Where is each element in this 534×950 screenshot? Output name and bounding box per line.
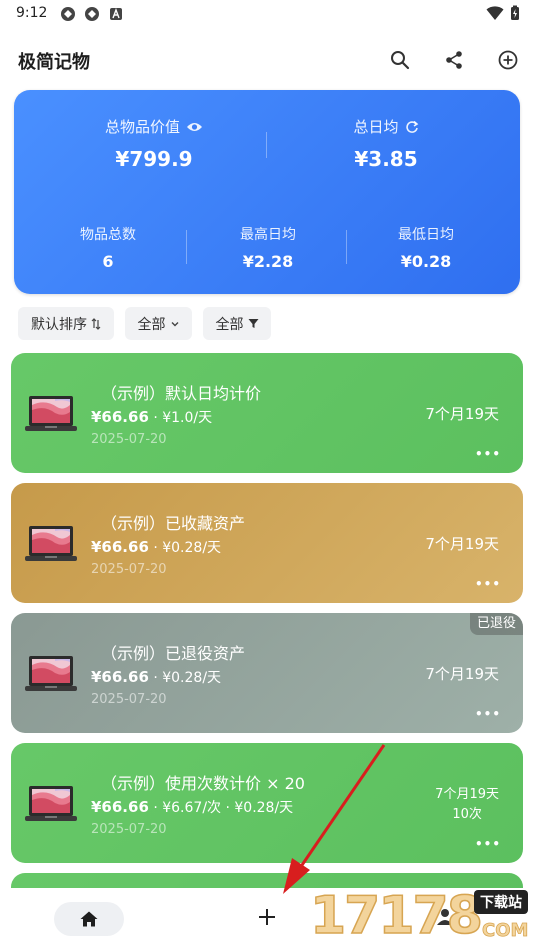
laptop-icon — [25, 395, 77, 433]
item-duration: 7个月19天 — [425, 535, 499, 553]
total-value-block: 总物品价值 ¥799.9 — [54, 116, 254, 171]
item-card[interactable]: （示例）使用次数计价 × 20 ¥66.66 · ¥6.67/次 · ¥0.28… — [11, 743, 523, 863]
count-block: 物品总数 6 — [34, 224, 182, 271]
laptop-icon — [25, 525, 77, 563]
divider — [186, 230, 187, 264]
item-rate: · ¥0.28/天 — [148, 540, 222, 556]
app-notification-icon — [85, 7, 99, 21]
sort-chip[interactable]: 默认排序 — [18, 307, 114, 340]
plus-icon — [259, 909, 275, 925]
add-item-button[interactable] — [494, 46, 522, 74]
divider — [346, 230, 347, 264]
sort-icon — [91, 317, 101, 330]
item-duration: 7个月19天 — [425, 665, 499, 683]
item-title: （示例）已退役资产 — [101, 644, 246, 663]
home-icon — [80, 911, 98, 927]
max-daily-block: 最高日均 ¥2.28 — [194, 224, 342, 271]
battery-icon — [511, 5, 519, 20]
eye-icon[interactable] — [186, 121, 203, 133]
item-price: ¥66.66 — [91, 538, 149, 556]
chevron-down-icon — [171, 321, 178, 326]
min-daily-value: ¥0.28 — [400, 252, 452, 271]
count-label: 物品总数 — [80, 227, 136, 243]
watermark-tag: 下载站 — [474, 890, 528, 914]
share-icon — [446, 51, 462, 69]
category-chip[interactable]: 全部 — [125, 307, 192, 340]
total-value: ¥799.9 — [115, 147, 193, 171]
item-title: （示例）已收藏资产 — [101, 514, 246, 533]
category-chip-label: 全部 — [137, 316, 166, 333]
search-button[interactable] — [386, 46, 414, 74]
more-options-button[interactable]: ••• — [475, 837, 501, 851]
count-value: 6 — [102, 252, 114, 271]
max-daily-label: 最高日均 — [240, 227, 296, 243]
watermark-logo: 17178 下载站 COM — [309, 884, 534, 950]
divider — [266, 132, 267, 158]
item-rate: · ¥6.67/次 · ¥0.28/天 — [148, 800, 294, 816]
item-title: （示例）默认日均计价 — [101, 384, 262, 403]
item-date: 2025-07-20 — [91, 822, 167, 837]
total-value-label: 总物品价值 — [104, 118, 180, 136]
status-filter-label: 全部 — [215, 316, 244, 333]
item-date: 2025-07-20 — [91, 432, 167, 447]
wifi-icon — [486, 6, 504, 20]
more-options-button[interactable]: ••• — [475, 447, 501, 461]
item-date: 2025-07-20 — [91, 692, 167, 707]
sort-chip-label: 默认排序 — [31, 316, 87, 333]
item-rate: · ¥0.28/天 — [148, 670, 222, 686]
more-options-button[interactable]: ••• — [475, 577, 501, 591]
item-price: ¥66.66 — [91, 408, 149, 426]
item-card[interactable]: 已退役 （示例）已退役资产 ¥66.66 · ¥0.28/天 2025-07-2… — [11, 613, 523, 733]
min-daily-block: 最低日均 ¥0.28 — [352, 224, 500, 271]
watermark-domain: COM — [482, 920, 529, 942]
watermark-number: 17178 — [309, 885, 483, 947]
app-bar: 极简记物 — [0, 40, 534, 80]
nav-add-button[interactable] — [254, 904, 280, 930]
item-price: ¥66.66 — [91, 798, 149, 816]
status-time: 9:12 — [16, 5, 48, 21]
item-card[interactable]: （示例）默认日均计价 ¥66.66 · ¥1.0/天 2025-07-20 7个… — [11, 353, 523, 473]
add-circle-icon — [498, 50, 518, 70]
app-notification-icon — [61, 7, 75, 21]
item-duration: 7个月19天 — [425, 405, 499, 423]
item-duration: 7个月19天 — [435, 787, 499, 802]
item-use-count: 10次 — [452, 807, 482, 822]
status-filter-chip[interactable]: 全部 — [203, 307, 271, 340]
item-title: （示例）使用次数计价 × 20 — [101, 774, 305, 793]
refresh-icon[interactable] — [405, 120, 419, 134]
app-title: 极简记物 — [18, 52, 90, 73]
status-bar: 9:12 — [0, 0, 534, 28]
search-icon — [391, 51, 410, 70]
laptop-icon — [25, 785, 77, 823]
item-rate: · ¥1.0/天 — [148, 410, 213, 426]
retired-badge: 已退役 — [469, 613, 523, 635]
laptop-icon — [25, 655, 77, 693]
daily-avg-block: 总日均 ¥3.85 — [286, 116, 486, 171]
font-notification-icon — [110, 8, 122, 20]
share-button[interactable] — [440, 46, 468, 74]
item-price: ¥66.66 — [91, 668, 149, 686]
item-date: 2025-07-20 — [91, 562, 167, 577]
summary-card: 总物品价值 ¥799.9 总日均 ¥3.85 物品总数 6 最高日均 ¥2.28… — [14, 90, 520, 294]
item-card[interactable]: （示例）已收藏资产 ¥66.66 · ¥0.28/天 2025-07-20 7个… — [11, 483, 523, 603]
filter-icon — [248, 319, 258, 328]
more-options-button[interactable]: ••• — [475, 707, 501, 721]
max-daily-value: ¥2.28 — [242, 252, 294, 271]
daily-avg-label: 总日均 — [353, 118, 399, 136]
nav-home-button[interactable] — [54, 902, 124, 936]
daily-avg-value: ¥3.85 — [354, 147, 418, 171]
min-daily-label: 最低日均 — [398, 227, 454, 243]
